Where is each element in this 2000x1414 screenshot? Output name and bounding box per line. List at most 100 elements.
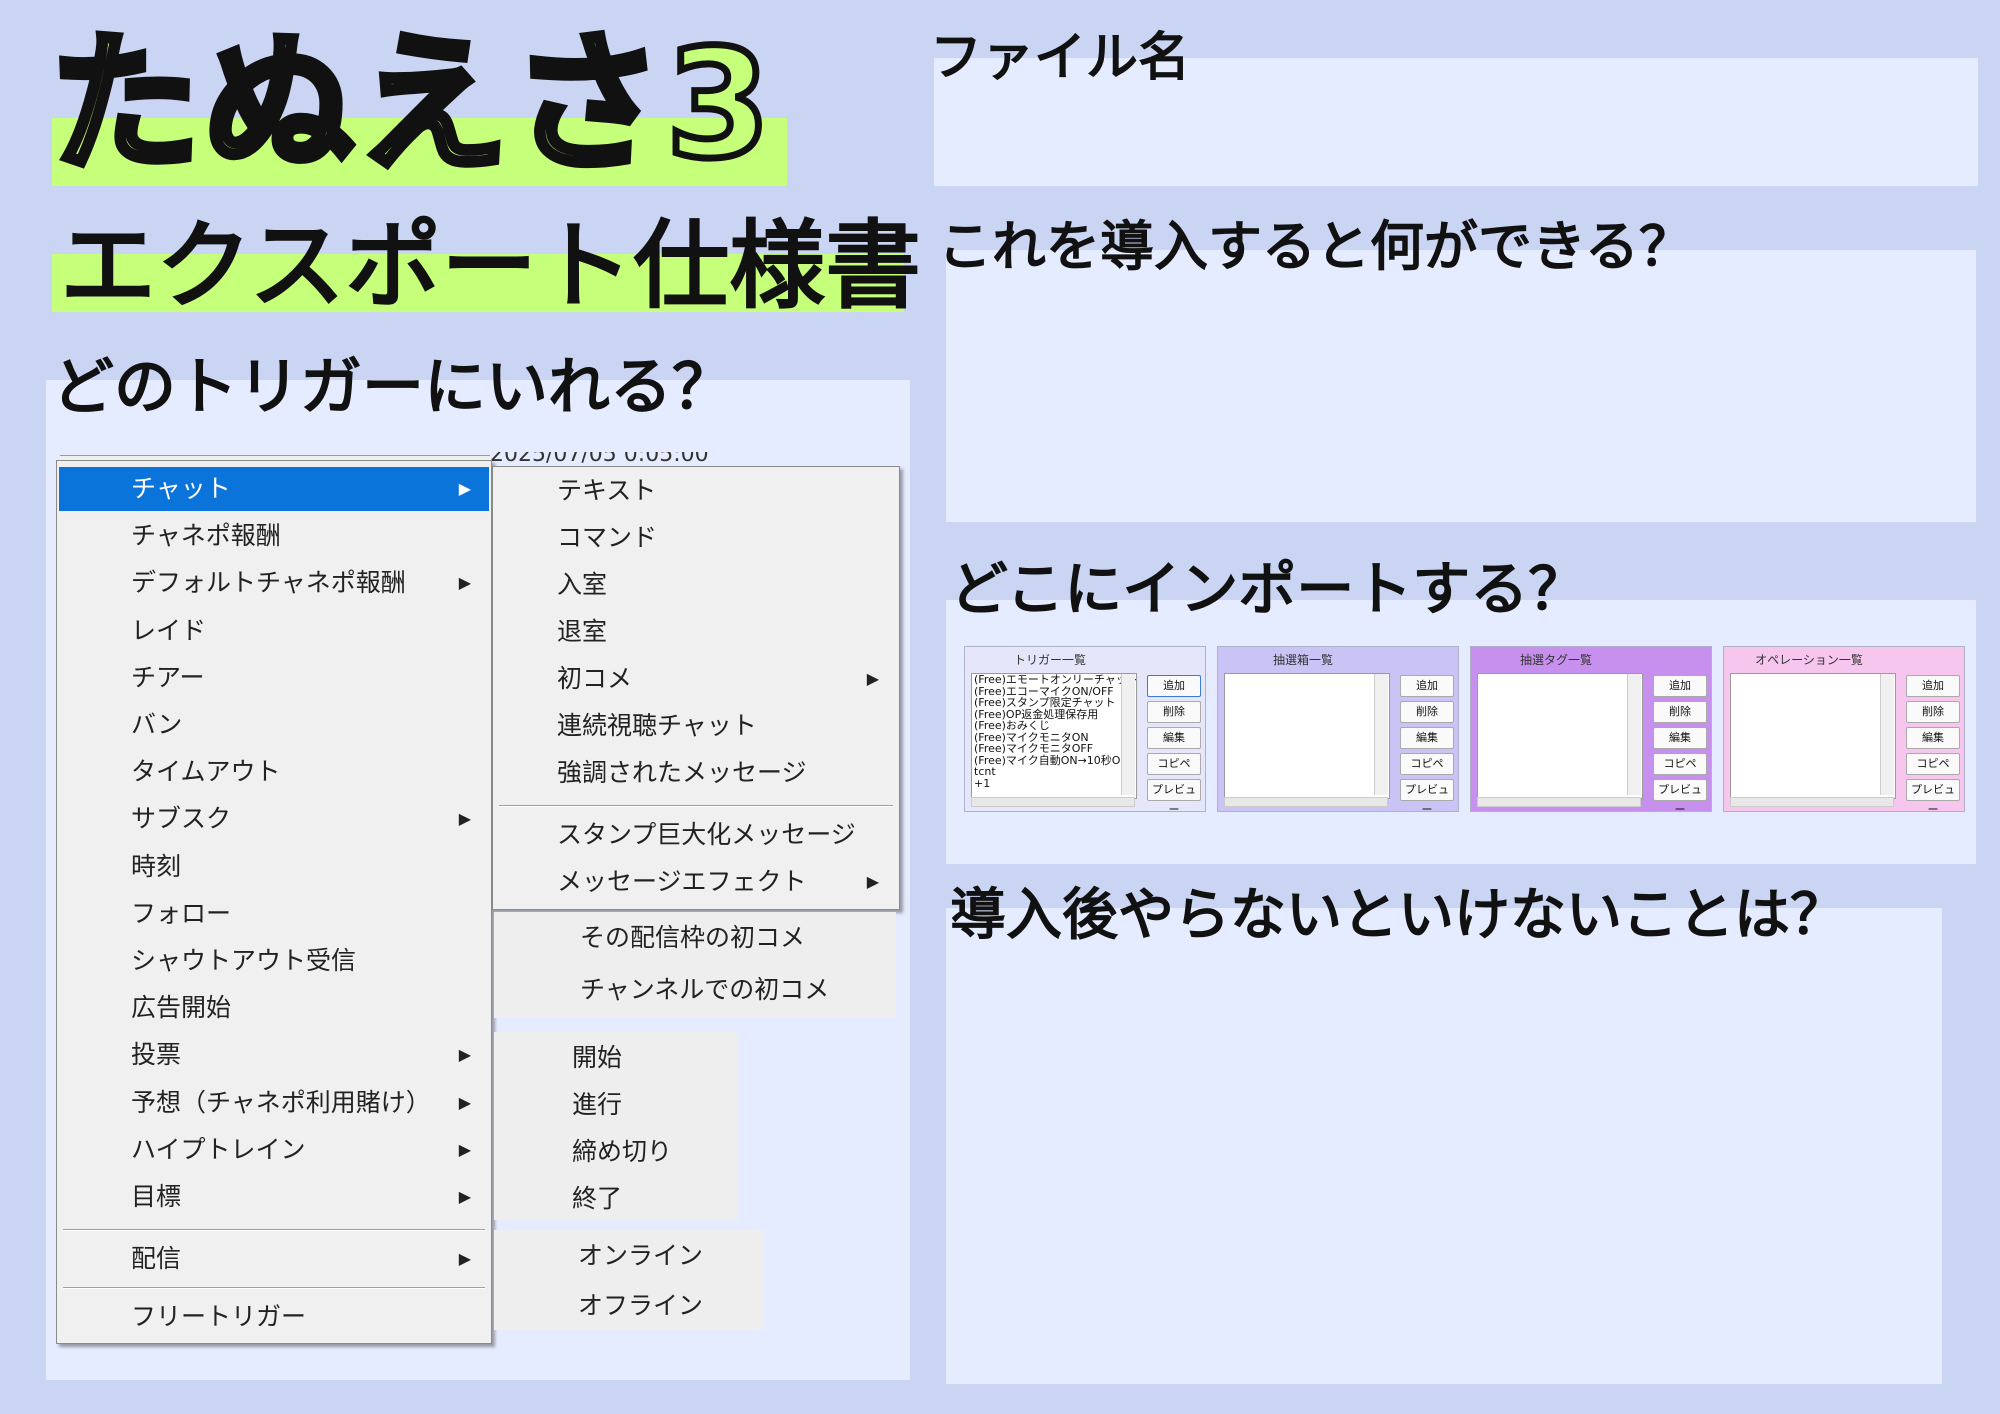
panel-button[interactable]: コピペ — [1906, 753, 1960, 775]
submenu-item[interactable]: コマンド — [495, 516, 897, 560]
menu-item[interactable]: サブスク ▶ — [59, 797, 489, 841]
horizontal-scrollbar[interactable] — [971, 797, 1135, 807]
panel-button[interactable]: 削除 — [1147, 701, 1201, 723]
list-box[interactable] — [1477, 673, 1643, 799]
panel-button[interactable]: 削除 — [1400, 701, 1454, 723]
submenu-arrow-icon: ▶ — [866, 669, 879, 688]
submenu-item[interactable]: 開始 — [494, 1036, 738, 1080]
list-item[interactable]: (Free)マイク自動ON→10秒O — [972, 754, 1136, 767]
submenu-item[interactable]: 連続視聴チャット — [495, 704, 897, 748]
list-item[interactable]: tcnt — [972, 766, 1136, 778]
submenu-item[interactable]: オンライン — [494, 1234, 764, 1278]
submenu-item[interactable]: 初コメ ▶ — [495, 657, 897, 701]
vertical-scrollbar[interactable] — [1374, 674, 1388, 795]
menu-item[interactable]: ハイプトレイン ▶ — [59, 1128, 489, 1172]
menu-item[interactable]: レイド — [59, 609, 489, 653]
panel-button[interactable]: 追加 — [1400, 675, 1454, 697]
panel-button[interactable]: プレビュー — [1653, 779, 1707, 816]
submenu-item[interactable]: 締め切り — [494, 1130, 738, 1174]
menu-item[interactable]: デフォルトチャネポ報酬 ▶ — [59, 561, 489, 605]
submenu-item[interactable]: 進行 — [494, 1083, 738, 1127]
menu-item[interactable]: シャウトアウト受信 — [59, 939, 489, 983]
menu-item[interactable]: チャット ▶ — [59, 467, 489, 511]
menu-item[interactable]: フォロー — [59, 892, 489, 936]
menu-item-label: チャット — [131, 474, 231, 503]
menu-item[interactable]: 時刻 — [59, 845, 489, 889]
submenu-item[interactable]: スタンプ巨大化メッセージ — [495, 813, 897, 857]
menu-item-label: デフォルトチャネポ報酬 — [131, 568, 406, 598]
list-box[interactable] — [1730, 673, 1896, 799]
menu-item-label: ハイプトレイン — [131, 1134, 306, 1164]
list-box[interactable]: (Free)エモートオンリーチャット (Free)エコーマイクON/OFF (Fre… — [971, 673, 1137, 799]
submenu-item-label: 初コメ — [557, 664, 633, 693]
panel-button[interactable]: コピペ — [1400, 753, 1454, 775]
vertical-scrollbar[interactable] — [1121, 674, 1135, 795]
submenu-arrow-icon: ▶ — [458, 1045, 471, 1065]
submenu-item[interactable]: オフライン — [494, 1284, 764, 1328]
list-item[interactable]: (Free)マイクモニタOFF — [972, 743, 1136, 755]
menu-item[interactable]: 予想（チャネポ利用賭け） ▶ — [59, 1081, 489, 1125]
submenu-arrow-icon: ▶ — [458, 573, 471, 593]
submenu-item-label: メッセージエフェクト — [557, 867, 807, 896]
vertical-scrollbar[interactable] — [1880, 674, 1894, 795]
menu-item[interactable]: チャネポ報酬 — [59, 514, 489, 558]
submenu-item[interactable]: メッセージエフェクト ▶ — [495, 860, 897, 904]
panel-button[interactable]: 追加 — [1653, 675, 1707, 697]
submenu-item[interactable]: 退室 — [495, 610, 897, 654]
list-item[interactable]: (Free)スタンプ限定チャット — [972, 697, 1136, 709]
vertical-scrollbar[interactable] — [1627, 674, 1641, 795]
menu-item[interactable]: 広告開始 — [59, 986, 489, 1030]
list-item[interactable]: +1 — [972, 777, 1136, 790]
menu-item[interactable]: チアー — [59, 656, 489, 700]
list-item[interactable]: (Free)エモートオンリーチャット — [972, 674, 1136, 686]
submenu-item[interactable]: テキスト — [495, 469, 897, 513]
submenu-item-label: コマンド — [557, 523, 658, 552]
submenu-arrow-icon: ▶ — [458, 1092, 471, 1112]
horizontal-scrollbar[interactable] — [1224, 797, 1388, 807]
submenu-arrow-icon: ▶ — [458, 1249, 471, 1268]
menu-item[interactable]: タイムアウト — [59, 750, 489, 794]
panel-button[interactable]: プレビュー — [1147, 779, 1201, 816]
panel-button[interactable]: 編集 — [1906, 727, 1960, 749]
menu-item-label: バン — [131, 710, 183, 739]
menu-item[interactable]: 目標 ▶ — [59, 1175, 489, 1219]
after-heading: 導入後やらないといけないことは？ — [950, 883, 1846, 948]
menu-item-label: サブスク — [131, 804, 232, 834]
list-panel-title: 抽選箱一覧 — [1272, 653, 1333, 667]
panel-button[interactable]: 追加 — [1147, 675, 1201, 697]
horizontal-scrollbar[interactable] — [1477, 797, 1641, 807]
submenu-arrow-icon: ▶ — [458, 479, 471, 498]
submenu-item[interactable]: チャンネルでの初コメ — [494, 968, 896, 1012]
panel-button[interactable]: 削除 — [1653, 701, 1707, 723]
panel-button[interactable]: 編集 — [1653, 727, 1707, 749]
panel-button[interactable]: 編集 — [1400, 727, 1454, 749]
submenu-item-label: テキスト — [557, 476, 657, 505]
panel-button[interactable]: 編集 — [1147, 727, 1201, 749]
menu-item-stream[interactable]: 配信 ▶ — [59, 1237, 489, 1281]
menu-item-free-trigger[interactable]: フリートリガー — [59, 1295, 489, 1339]
page-title: たぬえさ3 — [46, 18, 775, 192]
menu-item-label: レイド — [131, 615, 207, 645]
horizontal-scrollbar[interactable] — [1730, 797, 1894, 807]
menu-item-label: チャネポ報酬 — [131, 521, 281, 551]
menu-item[interactable]: バン — [59, 703, 489, 747]
submenu-item[interactable]: 入室 — [495, 563, 897, 607]
menu-item-label: 広告開始 — [131, 993, 232, 1023]
menu-item[interactable]: 投票 ▶ — [59, 1033, 489, 1077]
menu-item-label: チアー — [131, 662, 205, 692]
list-item[interactable]: (Free)おみくじ — [972, 720, 1136, 732]
import-list-panel: オペレーション一覧 追加 削除 編集 コピペ プレビュー — [1723, 646, 1965, 816]
submenu-item[interactable]: 強調されたメッセージ — [495, 751, 897, 795]
panel-button[interactable]: 削除 — [1906, 701, 1960, 723]
list-box[interactable] — [1224, 673, 1390, 799]
trigger-context-menu: チャット ▶ チャネポ報酬 デフォルトチャネポ報酬 ▶ レイド チアー バン タイムアウト サブス… — [56, 460, 492, 1344]
panel-button[interactable]: 追加 — [1906, 675, 1960, 697]
panel-button[interactable]: プレビュー — [1906, 779, 1960, 816]
submenu-item[interactable]: 終了 — [494, 1177, 738, 1221]
submenu-item[interactable]: その配信枠の初コメ — [494, 916, 896, 960]
panel-button[interactable]: コピペ — [1653, 753, 1707, 775]
panel-button[interactable]: コピペ — [1147, 753, 1201, 775]
submenu-item-label: スタンプ巨大化メッセージ — [557, 820, 856, 849]
panel-button[interactable]: プレビュー — [1400, 779, 1454, 816]
menu-separator — [63, 1287, 485, 1289]
